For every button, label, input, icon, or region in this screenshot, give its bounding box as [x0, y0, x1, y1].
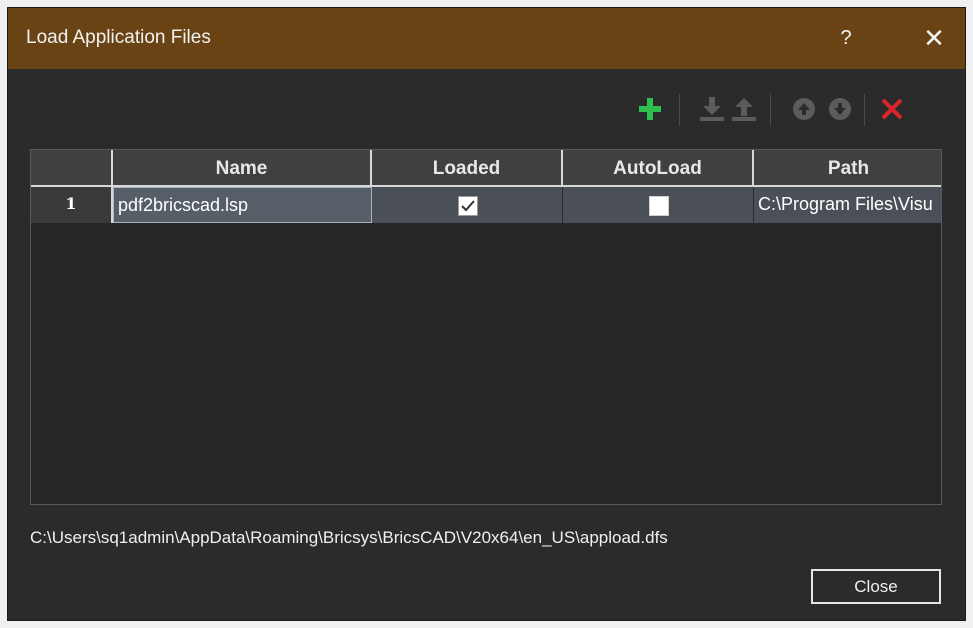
table-cell-path[interactable]: C:\Program Files\Visu: [754, 187, 941, 223]
appload-file-path: C:\Users\sq1admin\AppData\Roaming\Bricsy…: [30, 528, 668, 547]
close-icon[interactable]: ✕: [914, 20, 954, 56]
move-up-icon[interactable]: [790, 92, 818, 126]
toolbar-separator: [770, 94, 771, 126]
table-cell-autoload: [563, 187, 754, 223]
autoload-checkbox[interactable]: [649, 196, 669, 216]
table-cell-name[interactable]: pdf2bricscad.lsp: [113, 187, 372, 223]
table-cell-loaded: [372, 187, 563, 223]
column-header-autoload[interactable]: AutoLoad: [563, 150, 754, 187]
move-down-icon[interactable]: [826, 92, 854, 126]
row-number[interactable]: 1: [31, 187, 113, 223]
close-button[interactable]: Close: [811, 569, 941, 604]
loaded-checkbox[interactable]: [458, 196, 478, 216]
row-number-header: [31, 150, 113, 187]
download-icon[interactable]: [698, 92, 726, 126]
dialog-title: Load Application Files: [26, 27, 211, 48]
toolbar-separator: [679, 94, 680, 126]
upload-icon[interactable]: [730, 92, 758, 126]
add-icon[interactable]: [636, 92, 664, 126]
column-header-path[interactable]: Path: [754, 150, 941, 187]
column-header-name[interactable]: Name: [113, 150, 372, 187]
column-header-loaded[interactable]: Loaded: [372, 150, 563, 187]
application-files-table: Name Loaded AutoLoad Path 1 pdf2bricscad…: [30, 149, 942, 505]
load-application-files-dialog: Load Application Files ? ✕ Name Loaded A…: [8, 8, 965, 620]
toolbar: [8, 90, 965, 130]
remove-icon[interactable]: [878, 92, 906, 126]
toolbar-separator: [864, 94, 865, 126]
help-button[interactable]: ?: [826, 20, 866, 56]
title-bar: Load Application Files ? ✕: [8, 8, 965, 69]
